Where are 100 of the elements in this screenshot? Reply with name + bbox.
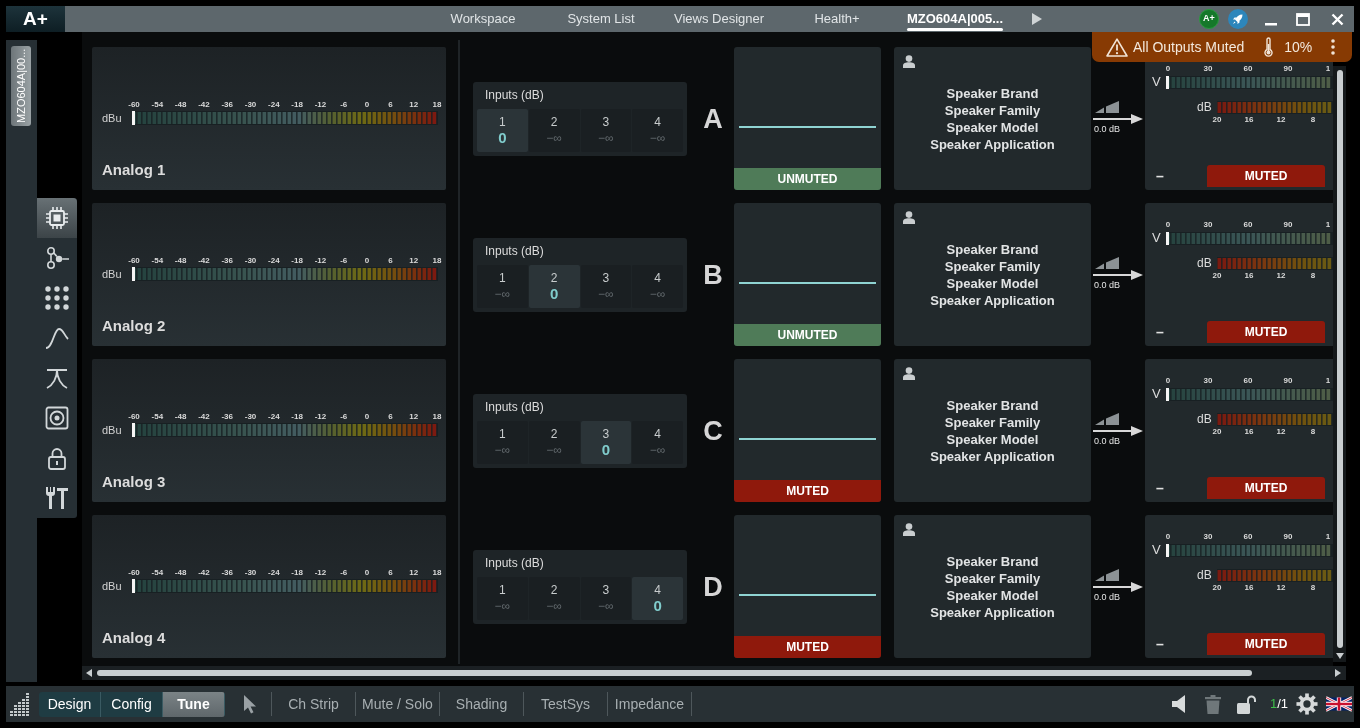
speaker-label: Speaker Family: [944, 257, 1041, 275]
minus-label: –: [1156, 325, 1164, 339]
flag-icon[interactable]: [1326, 696, 1352, 712]
input-selector[interactable]: 4 −∞: [632, 264, 683, 308]
status-badge[interactable]: A+: [1199, 9, 1219, 29]
arrow-right-icon[interactable]: [1031, 13, 1043, 25]
toolbar-button[interactable]: Shading: [440, 692, 524, 716]
panel-title: Inputs (dB): [484, 398, 545, 415]
speaker-label: Speaker Application: [930, 135, 1055, 153]
scale-label: 0: [364, 412, 370, 422]
mute-toggle[interactable]: UNMUTED: [734, 168, 881, 190]
unlock-icon[interactable]: [1236, 694, 1256, 714]
speaker-icon: [45, 406, 69, 430]
input-selector[interactable]: 4 0: [632, 576, 683, 620]
nav-tab[interactable]: Workspace: [424, 6, 542, 32]
scale-label: -18: [291, 100, 303, 110]
scale-label: -30: [244, 256, 257, 266]
toolbar-button[interactable]: Impedance: [608, 692, 692, 716]
mute-toggle[interactable]: MUTED: [1207, 633, 1325, 655]
scale-label: -54: [151, 256, 164, 266]
input-selector[interactable]: 3 −∞: [580, 108, 632, 152]
nav-tab[interactable]: Views Designer: [660, 6, 778, 32]
scale-label: -36: [221, 256, 233, 266]
scale-label: -6: [340, 412, 348, 422]
scale-label: 20: [1212, 271, 1222, 281]
maximize-icon[interactable]: [1296, 12, 1310, 26]
gain-reading: 0.0 dB: [1094, 124, 1121, 134]
scale-label: 16: [1244, 115, 1254, 125]
scrollbar-thumb[interactable]: [97, 670, 1252, 676]
toolbar-button[interactable]: TestSys: [524, 692, 608, 716]
scale-label: 90: [1283, 220, 1293, 230]
mute-toggle[interactable]: UNMUTED: [734, 324, 881, 346]
scale-label: 0: [1165, 376, 1171, 386]
mute-toggle[interactable]: MUTED: [1207, 165, 1325, 187]
input-selector[interactable]: 2 −∞: [528, 420, 580, 464]
nav-tab[interactable]: Health+: [778, 6, 896, 32]
toolbar-button[interactable]: Mute / Solo: [356, 692, 440, 716]
scale-label: -36: [221, 568, 233, 578]
nav-tab[interactable]: MZO604A|005...: [896, 6, 1014, 32]
pointer-icon[interactable]: [242, 694, 258, 714]
crossover-icon: [45, 366, 69, 390]
horizontal-scrollbar[interactable]: [82, 666, 1346, 680]
scale-label: -48: [174, 100, 187, 110]
scale-label: -24: [268, 412, 280, 422]
close-icon[interactable]: [1331, 12, 1344, 26]
input-selector[interactable]: 1 −∞: [477, 576, 528, 620]
input-selector[interactable]: 4 −∞: [632, 420, 683, 464]
input-selector[interactable]: 3 −∞: [580, 264, 632, 308]
mode-tab[interactable]: Design: [39, 691, 101, 717]
trash-icon[interactable]: [1204, 694, 1221, 714]
scale-label: 6: [388, 412, 393, 422]
scale-label: -54: [151, 568, 164, 578]
speaker-label: Speaker Application: [930, 291, 1055, 309]
left-arrow-icon[interactable]: [86, 669, 92, 677]
more-icon[interactable]: [1331, 39, 1335, 55]
input-selector[interactable]: 3 −∞: [580, 576, 632, 620]
down-arrow-icon[interactable]: [1335, 653, 1344, 659]
channel-name: Analog 2: [102, 317, 167, 335]
input-selector[interactable]: 3 0: [580, 420, 632, 464]
rocket-icon[interactable]: [1228, 9, 1248, 29]
right-arrow-icon[interactable]: [1335, 669, 1341, 677]
levels-icon[interactable]: [10, 692, 30, 716]
scale-label: 90: [1283, 64, 1293, 74]
scale-label: -18: [291, 568, 303, 578]
scale-label: 30: [1203, 376, 1213, 386]
speaker-icon[interactable]: [1170, 694, 1187, 714]
mute-toggle[interactable]: MUTED: [734, 480, 881, 502]
scale-label: 1: [1325, 376, 1331, 386]
scale-label: 12: [409, 256, 419, 266]
scale-label: -60: [128, 412, 140, 422]
scale-label: -60: [128, 100, 140, 110]
mode-tab[interactable]: Tune: [163, 691, 225, 717]
scale-label: 20: [1212, 427, 1222, 437]
scrollbar-thumb[interactable]: [1336, 70, 1343, 648]
toolbar-button[interactable]: Ch Strip: [272, 692, 356, 716]
alert-message: All Outputs Muted: [1133, 37, 1245, 57]
nav-tab[interactable]: System List: [542, 6, 660, 32]
input-selector[interactable]: 1 −∞: [477, 420, 528, 464]
scale-label: -18: [291, 412, 303, 422]
input-selector[interactable]: 1 0: [477, 108, 528, 152]
mute-toggle[interactable]: MUTED: [1207, 477, 1325, 499]
mode-tab[interactable]: Config: [101, 691, 163, 717]
scale-label: -54: [151, 100, 164, 110]
input-selector[interactable]: 2 0: [528, 264, 580, 308]
tools-icon: [45, 486, 69, 510]
channel-letter: C: [702, 415, 724, 446]
mute-toggle[interactable]: MUTED: [734, 636, 881, 658]
settings-icon[interactable]: [1296, 693, 1318, 715]
vertical-scrollbar[interactable]: [1333, 66, 1346, 662]
speaker-label: Speaker Brand: [946, 396, 1039, 414]
input-selector[interactable]: 2 −∞: [528, 576, 580, 620]
meter-unit: dBu: [102, 111, 123, 125]
mute-toggle[interactable]: MUTED: [1207, 321, 1325, 343]
scale-label: 12: [409, 100, 419, 110]
input-selector[interactable]: 2 −∞: [528, 108, 580, 152]
scale-label: -6: [340, 256, 348, 266]
channel-name: Analog 4: [102, 629, 167, 647]
input-selector[interactable]: 1 −∞: [477, 264, 528, 308]
input-selector[interactable]: 4 −∞: [632, 108, 683, 152]
tool-tab[interactable]: [37, 198, 77, 238]
